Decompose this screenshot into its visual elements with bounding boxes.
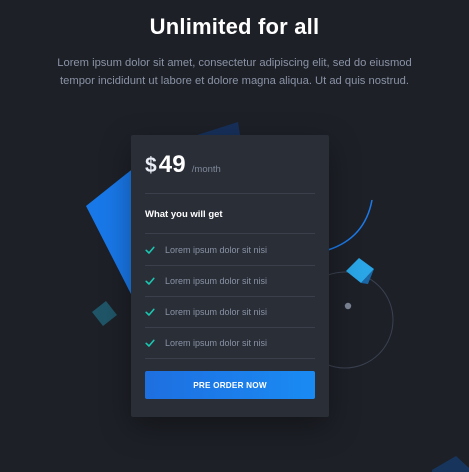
- check-icon: [145, 307, 155, 317]
- feature-label: Lorem ipsum dolor sit nisi: [165, 276, 268, 286]
- divider: [145, 358, 315, 359]
- feature-item: Lorem ipsum dolor sit nisi: [145, 266, 315, 296]
- feature-label: Lorem ipsum dolor sit nisi: [165, 338, 268, 348]
- check-icon: [145, 338, 155, 348]
- check-icon: [145, 245, 155, 255]
- pricing-section: Unlimited for all Lorem ipsum dolor sit …: [0, 0, 469, 472]
- page-subtitle: Lorem ipsum dolor sit amet, consectetur …: [57, 57, 412, 87]
- decor-small-square: [92, 301, 117, 326]
- decor-arc: [327, 199, 373, 251]
- price: $ 49 /month: [145, 151, 221, 179]
- pre-order-button[interactable]: PRE ORDER NOW: [145, 371, 315, 399]
- feature-item: Lorem ipsum dolor sit nisi: [145, 235, 315, 265]
- feature-label: Lorem ipsum dolor sit nisi: [165, 245, 268, 255]
- page-title: Unlimited for all: [149, 14, 320, 39]
- decor-dot: [344, 302, 352, 310]
- price-period: /month: [191, 164, 221, 175]
- divider: [145, 193, 315, 194]
- feature-item: Lorem ipsum dolor sit nisi: [145, 328, 315, 358]
- price-currency: $: [145, 154, 157, 177]
- divider: [145, 233, 315, 234]
- feature-item: Lorem ipsum dolor sit nisi: [145, 297, 315, 327]
- pricing-card: $ 49 /month What you will get Lorem ipsu…: [131, 135, 329, 417]
- features-title: What you will get: [145, 209, 223, 220]
- check-icon: [145, 276, 155, 286]
- feature-label: Lorem ipsum dolor sit nisi: [165, 307, 268, 317]
- price-amount: 49: [158, 151, 186, 178]
- decor-bottom-sliver: [432, 456, 469, 472]
